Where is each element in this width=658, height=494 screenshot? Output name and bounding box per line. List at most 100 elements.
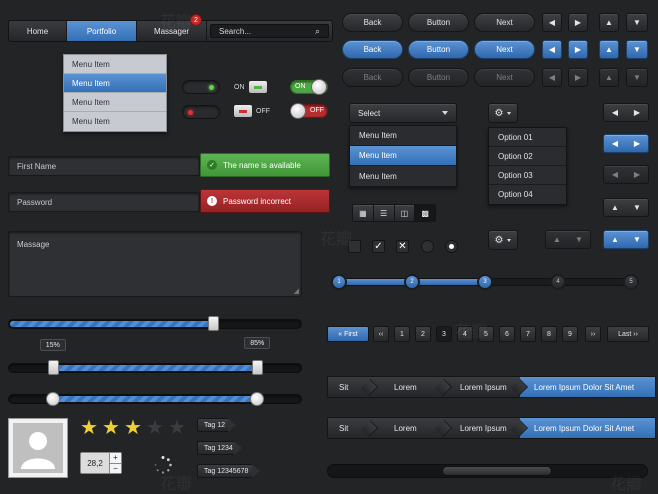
page-number[interactable]: 8 — [541, 326, 557, 342]
left-right-segment[interactable]: ◀ ▶ — [603, 103, 649, 122]
page-number[interactable]: 4 — [457, 326, 473, 342]
tag-item[interactable]: Tag 1234 — [197, 441, 242, 455]
breadcrumb-item[interactable]: Sit — [328, 418, 370, 438]
portfolio-menu-item[interactable]: Menu Item — [64, 93, 166, 112]
back-button[interactable]: Back — [342, 13, 403, 32]
number-spinner[interactable]: 28,2 + − — [80, 452, 122, 474]
select-dropdown[interactable]: Select — [349, 103, 457, 123]
arrow-left-icon[interactable]: ◀ — [542, 13, 562, 32]
stepper-step[interactable]: 4 — [550, 274, 566, 290]
arrow-left-icon[interactable]: ◀ — [612, 108, 618, 117]
increment-button[interactable]: + — [110, 453, 121, 464]
range-slider-round-track[interactable] — [8, 392, 302, 406]
tag-item[interactable]: Tag 12 — [197, 418, 236, 432]
left-right-segment-primary[interactable]: ◀ ▶ — [603, 134, 649, 153]
breadcrumb-item[interactable]: Lorem — [370, 418, 444, 438]
arrow-left-icon[interactable]: ◀ — [612, 139, 618, 148]
gear-menu-item[interactable]: Option 02 — [489, 147, 566, 166]
back-button-disabled[interactable]: Back — [342, 68, 403, 87]
next-button[interactable]: Next — [474, 13, 535, 32]
star-empty-icon[interactable]: ★ — [168, 418, 186, 438]
page-number[interactable]: 2 — [415, 326, 431, 342]
arrow-down-icon[interactable]: ▼ — [575, 235, 583, 244]
gear-dropdown-button-collapsed[interactable]: ⚙ — [488, 230, 518, 250]
message-textarea[interactable]: Massage ◢ — [8, 231, 302, 297]
arrow-left-icon[interactable]: ◀ — [612, 170, 618, 179]
portfolio-menu-item[interactable]: Menu Item — [64, 55, 166, 74]
arrow-down-icon[interactable]: ▼ — [633, 203, 641, 212]
decrement-button[interactable]: − — [110, 463, 121, 473]
range-slider-round-high-thumb[interactable] — [250, 392, 265, 406]
arrow-right-icon[interactable]: ▶ — [568, 68, 588, 87]
select-menu-item-active[interactable]: Menu Item — [350, 146, 456, 166]
breadcrumb-item[interactable]: Lorem Ipsum — [444, 418, 520, 438]
page-number[interactable]: 9 — [562, 326, 578, 342]
breadcrumb-item[interactable]: Lorem — [370, 377, 444, 397]
password-field[interactable]: Password — [8, 192, 200, 212]
arrow-up-icon[interactable]: ▲ — [599, 40, 619, 59]
arrow-right-icon[interactable]: ▶ — [634, 108, 640, 117]
star-filled-icon[interactable]: ★ — [80, 418, 98, 438]
column-view-icon[interactable]: ◫ — [394, 205, 416, 221]
avatar[interactable] — [8, 418, 68, 478]
horizontal-scrollbar[interactable] — [327, 464, 648, 478]
number-spinner-value[interactable]: 28,2 — [81, 453, 109, 473]
next-button-disabled[interactable]: Next — [474, 68, 535, 87]
arrow-down-icon[interactable]: ▼ — [626, 68, 648, 87]
portfolio-menu-item-active[interactable]: Menu Item — [64, 74, 166, 93]
first-name-field[interactable]: First Name — [8, 156, 200, 176]
portfolio-menu-item[interactable]: Menu Item — [64, 112, 166, 131]
radio-selected[interactable] — [445, 240, 458, 253]
range-slider-round-low-thumb[interactable] — [45, 392, 60, 406]
star-filled-icon[interactable]: ★ — [124, 418, 142, 438]
toggle-knob[interactable] — [311, 79, 327, 95]
single-slider-track[interactable] — [8, 316, 302, 331]
page-number[interactable]: 1 — [394, 326, 410, 342]
checkbox-empty[interactable] — [348, 240, 361, 253]
range-slider-track[interactable] — [8, 360, 302, 375]
page-number[interactable]: 5 — [478, 326, 494, 342]
breadcrumb-item[interactable]: Sit — [328, 377, 370, 397]
switch-off[interactable]: OFF — [234, 104, 276, 118]
last-page-button[interactable]: Last ›› — [607, 326, 649, 342]
page-number[interactable]: 6 — [499, 326, 515, 342]
arrow-left-icon[interactable]: ◀ — [542, 68, 562, 87]
first-page-button[interactable]: « First — [327, 326, 369, 342]
arrow-up-icon[interactable]: ▲ — [599, 68, 619, 87]
next-button-primary[interactable]: Next — [474, 40, 535, 59]
gear-menu-item[interactable]: Option 03 — [489, 166, 566, 185]
stepper-step[interactable]: 2 — [404, 274, 420, 290]
breadcrumb-item-current[interactable]: Lorem Ipsum Dolor Sit Amet — [520, 377, 655, 397]
list-view-icon[interactable]: ☰ — [373, 205, 395, 221]
radio-empty[interactable] — [421, 240, 434, 253]
arrow-down-icon[interactable]: ▼ — [626, 13, 648, 32]
arrow-right-icon[interactable]: ▶ — [568, 13, 588, 32]
arrow-right-icon[interactable]: ▶ — [634, 139, 640, 148]
grid-view-icon[interactable]: ▦ — [353, 205, 374, 221]
scrollbar-thumb[interactable] — [442, 466, 552, 476]
single-slider-thumb[interactable] — [208, 316, 220, 331]
nav-home[interactable]: Home — [9, 21, 67, 41]
arrow-down-icon[interactable]: ▼ — [633, 235, 641, 244]
back-button-primary[interactable]: Back — [342, 40, 403, 59]
button[interactable]: Button — [408, 13, 469, 32]
select-menu-item[interactable]: Menu Item — [350, 126, 456, 146]
arrow-up-icon[interactable]: ▲ — [611, 235, 619, 244]
stepper-step[interactable]: 3 — [477, 274, 493, 290]
cover-view-icon[interactable]: ▩ — [415, 205, 435, 221]
checkbox-x-icon[interactable]: ✕ — [396, 240, 409, 253]
star-empty-icon[interactable]: ★ — [146, 418, 164, 438]
search-icon[interactable]: ⌕ — [315, 26, 320, 37]
up-down-segment-primary[interactable]: ▲ ▼ — [603, 230, 649, 249]
arrow-right-icon[interactable]: ▶ — [634, 170, 640, 179]
page-number-current[interactable]: 3 — [436, 326, 452, 342]
stepper-step[interactable]: 5 — [623, 274, 639, 290]
arrow-up-icon[interactable]: ▲ — [611, 203, 619, 212]
toggle-off-red[interactable]: OFF — [290, 103, 328, 119]
gear-dropdown-button[interactable]: ⚙ — [488, 103, 518, 123]
arrow-down-icon[interactable]: ▼ — [626, 40, 648, 59]
arrow-up-icon[interactable]: ▲ — [599, 13, 619, 32]
select-menu-item[interactable]: Menu Item — [350, 166, 456, 186]
toggle-red-led[interactable] — [182, 105, 220, 119]
arrow-right-icon[interactable]: ▶ — [568, 40, 588, 59]
